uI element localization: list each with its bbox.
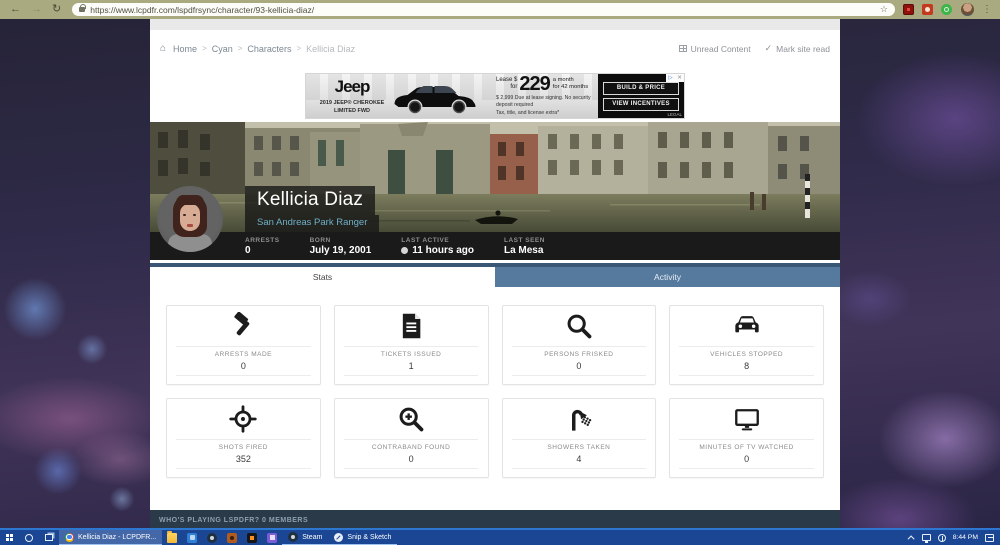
tab-activity[interactable]: Activity [495,267,840,287]
shower-icon [565,399,593,439]
cortana-button[interactable] [19,530,39,545]
ticket-icon [397,306,425,346]
back-icon[interactable]: ← [10,0,21,19]
url-text: https://www.lcpdfr.com/lspdfrsync/charac… [90,5,314,15]
unread-content-link[interactable]: Unread Content [679,44,751,54]
browser-profile-avatar[interactable] [961,3,974,16]
tray-expand-icon[interactable] [907,535,914,542]
breadcrumb-home[interactable]: Home [173,44,197,54]
game-app-icon-2[interactable] [247,533,257,543]
windows-taskbar: Kellicia Diaz - LCPDFR... Steam Snip & S… [0,530,1000,545]
profile-stats-bar: ARRESTS 0 BORN July 19, 2001 LAST ACTIVE… [150,232,840,260]
breadcrumb-cyan[interactable]: Cyan [212,44,233,54]
page-background: ⌂ Home > Cyan > Characters > Kellicia Di… [0,19,1000,530]
screen: ← → ↻ https://www.lcpdfr.com/lspdfrsync/… [0,0,1000,545]
car-icon [733,306,761,346]
ad-banner[interactable]: Jeep 2019 JEEP® CHEROKEELIMITED FWD [305,73,685,119]
unread-content-icon [679,45,687,52]
windows-icon [6,534,13,541]
ad-model-text: 2019 JEEP® CHEROKEELIMITED FWD [320,99,385,116]
lock-icon [79,7,85,12]
task-view-icon [45,534,53,541]
stat-arrests: ARRESTS 0 [245,237,280,256]
extension-icon-3[interactable] [941,4,952,15]
search-plus-icon [397,399,425,439]
site-content: ⌂ Home > Cyan > Characters > Kellicia Di… [150,19,840,530]
whos-playing-text: WHO'S PLAYING LSPDFR? 0 MEMBERS [159,517,308,524]
check-icon: ✓ [765,43,773,54]
breadcrumb-separator: > [202,44,207,53]
reload-icon[interactable]: ↻ [52,0,61,19]
last-active-dot [401,247,408,254]
ad-brand-logo: Jeep [335,77,370,97]
stat-last-active: LAST ACTIVE 11 hours ago [401,237,474,256]
ad-price: 229 [519,75,549,93]
start-button[interactable] [0,530,19,545]
tv-icon [733,399,761,439]
character-avatar[interactable] [157,186,223,252]
card-persons-frisked: PERSONS FRISKED 0 [502,305,657,385]
site-header-strip [150,19,840,30]
breadcrumb-separator: > [296,44,301,53]
breadcrumb-separator: > [238,44,243,53]
stat-born: BORN July 19, 2001 [310,237,372,256]
taskbar-steam-task[interactable]: Steam [282,530,328,545]
card-tickets-issued: TICKETS ISSUED 1 [334,305,489,385]
clock[interactable]: 8:44 PM [953,534,978,541]
breadcrumb: ⌂ Home > Cyan > Characters > Kellicia Di… [150,30,840,67]
card-shots-fired: SHOTS FIRED 352 [166,398,321,478]
card-vehicles-stopped: VEHICLES STOPPED 8 [669,305,824,385]
stats-panel: ARRESTS MADE 0 [150,287,840,478]
address-bar[interactable]: https://www.lcpdfr.com/lspdfrsync/charac… [72,3,895,16]
character-name: Kellicia Diaz [245,186,375,215]
character-role: San Andreas Park Ranger [245,215,379,232]
ad-close-icon[interactable]: ✕ [675,74,684,82]
home-icon[interactable]: ⌂ [160,43,166,54]
network-tray-icon[interactable] [922,534,931,541]
card-tv-watched: MINUTES OF TV WATCHED 0 [669,398,824,478]
game-app-icon-1[interactable] [227,533,237,543]
action-center-icon[interactable] [985,534,994,542]
stat-last-seen: LAST SEEN La Mesa [504,237,545,256]
adchoices-icon[interactable]: ▷ [666,74,675,82]
card-arrests-made: ARRESTS MADE 0 [166,305,321,385]
ad-legal-text[interactable]: LEGAL [667,112,682,117]
ad-view-incentives-button[interactable]: VIEW INCENTIVES [603,98,679,111]
whos-playing-bar: WHO'S PLAYING LSPDFR? 0 MEMBERS [150,510,840,530]
card-contraband-found: CONTRABAND FOUND 0 [334,398,489,478]
extension-acrobat-icon[interactable] [903,4,914,15]
ad-price-suffix: a monthfor 42 months [553,77,588,92]
usb-tray-icon[interactable] [938,534,946,542]
chrome-icon [65,533,74,542]
forward-icon[interactable]: → [31,0,42,19]
mark-site-read-link[interactable]: ✓ Mark site read [765,43,830,54]
ad-car-image [384,81,489,115]
photos-app-icon[interactable] [187,533,197,543]
steam-pinned-icon[interactable] [207,533,217,543]
task-view-button[interactable] [39,530,59,545]
extension-icon-2[interactable] [922,4,933,15]
ad-terms: $ 2,999 Due at lease signing. No securit… [496,95,598,117]
browser-menu-icon[interactable]: ⋮ [982,4,992,15]
taskbar-chrome-task[interactable]: Kellicia Diaz - LCPDFR... [59,530,162,545]
ad-lease-label: Lease $for [496,77,517,91]
snip-sketch-icon [334,533,343,542]
profile-header: Kellicia Diaz San Andreas Park Ranger AR… [150,122,840,260]
breadcrumb-characters[interactable]: Characters [247,44,291,54]
steam-icon [288,532,298,542]
file-explorer-icon[interactable] [167,533,177,543]
app-icon-purple[interactable] [267,533,277,543]
breadcrumb-current: Kellicia Diaz [306,44,355,54]
cortana-icon [25,534,33,542]
browser-toolbar: ← → ↻ https://www.lcpdfr.com/lspdfrsync/… [0,0,1000,19]
card-showers-taken: SHOWERS TAKEN 4 [502,398,657,478]
bookmark-star-icon[interactable]: ☆ [880,4,888,15]
gavel-icon [229,306,257,346]
tab-stats[interactable]: Stats [150,267,495,287]
ad-build-price-button[interactable]: BUILD & PRICE [603,82,679,95]
crosshair-icon [229,399,257,439]
search-icon [565,306,593,346]
taskbar-snip-task[interactable]: Snip & Sketch [328,530,397,545]
profile-tabs: Stats Activity [150,263,840,287]
